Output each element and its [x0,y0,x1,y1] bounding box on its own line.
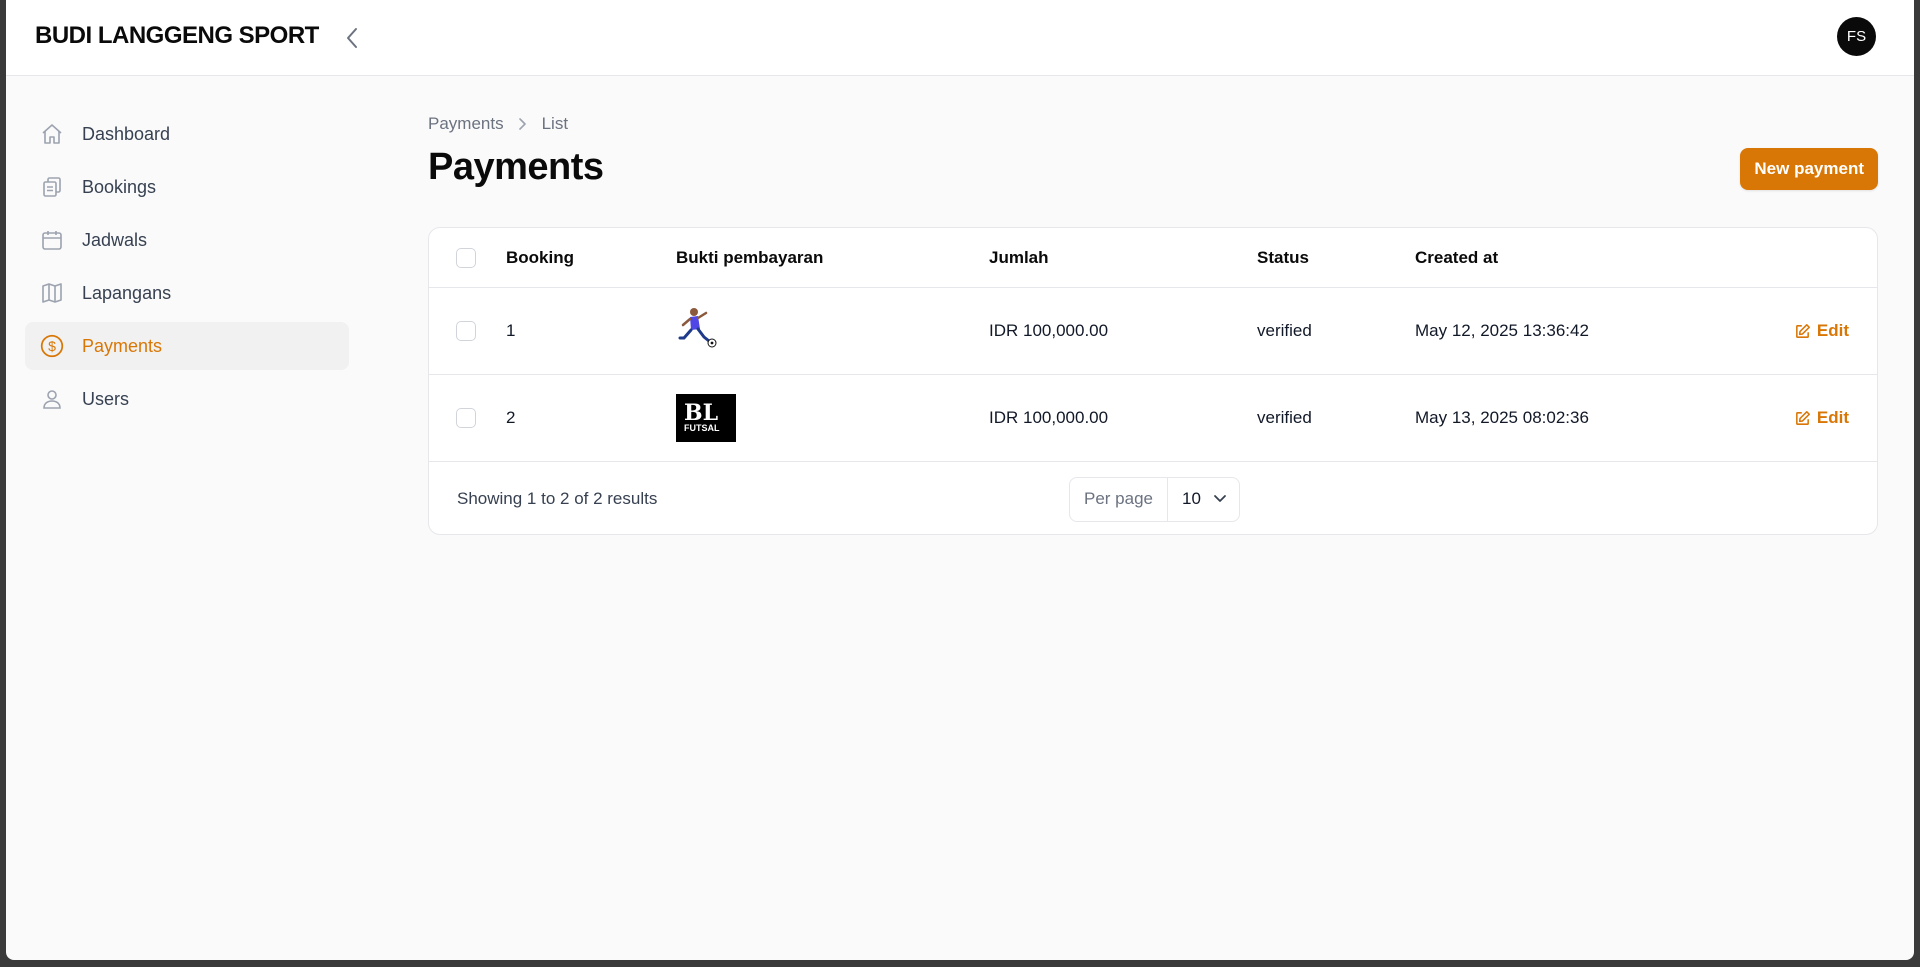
status-cell: verified [1257,321,1312,340]
sidebar-item-label: Payments [82,335,163,356]
page-title: Payments [428,146,604,188]
sidebar-item-dashboard[interactable]: Dashboard [25,110,349,158]
svg-text:$: $ [48,338,56,354]
column-header-created-at[interactable]: Created at [1415,248,1498,268]
created-at-cell: May 12, 2025 13:36:42 [1415,321,1589,340]
edit-label: Edit [1816,321,1849,340]
payments-table: Booking Bukti pembayaran Jumlah Status C… [428,227,1878,535]
sidebar-item-users[interactable]: Users [25,375,349,423]
sidebar-item-label: Bookings [82,176,157,197]
sidebar-item-label: Users [82,388,130,409]
payment-proof-thumbnail[interactable]: BL FUTSAL [676,394,736,442]
sidebar-item-label: Lapangans [82,282,172,303]
app-window: BUDI LANGGENG SPORT FS Dashboard Booking… [6,0,1914,960]
sidebar-item-jadwals[interactable]: Jadwals [25,216,349,264]
column-header-bukti[interactable]: Bukti pembayaran [676,248,823,268]
futsal-logo-image: BL FUTSAL [676,394,736,442]
amount-cell: IDR 100,000.00 [989,321,1109,340]
per-page-label: Per page [1070,477,1168,521]
edit-label: Edit [1816,408,1849,427]
status-cell: verified [1257,408,1312,427]
chevron-right-icon [518,117,528,131]
booking-cell: 1 [506,321,516,340]
table-row[interactable]: 2 BL FUTSAL IDR 100,000.00 verified May … [429,375,1877,462]
breadcrumb-current: List [541,114,569,133]
sidebar-item-label: Jadwals [82,229,148,250]
row-checkbox[interactable] [456,408,476,428]
table-footer: Showing 1 to 2 of 2 results Per page 10 [429,462,1877,534]
user-icon [39,386,65,412]
per-page-value: 10 [1182,489,1201,508]
table-header-row: Booking Bukti pembayaran Jumlah Status C… [429,228,1877,288]
sidebar-item-label: Dashboard [82,123,171,144]
column-header-jumlah[interactable]: Jumlah [989,248,1049,268]
per-page-control: Per page 10 [1069,476,1240,522]
chevron-down-icon [1214,495,1226,502]
edit-icon [1795,410,1810,425]
clipboard-icon [39,174,65,200]
created-at-cell: May 13, 2025 08:02:36 [1415,408,1589,427]
per-page-select[interactable]: 10 [1168,489,1239,509]
dollar-icon: $ [39,333,65,359]
sidebar-item-payments[interactable]: $ Payments [25,322,349,370]
select-all-checkbox[interactable] [456,247,476,268]
new-payment-button[interactable]: New payment [1740,148,1878,190]
soccer-player-image [678,307,717,347]
user-avatar[interactable]: FS [1837,17,1876,56]
edit-button[interactable]: Edit [1794,408,1849,428]
row-checkbox[interactable] [456,321,476,341]
column-header-booking[interactable]: Booking [506,248,574,268]
breadcrumb-payments-link[interactable]: Payments [428,114,504,134]
booking-cell: 2 [506,408,516,427]
sidebar: Dashboard Bookings Jadwals Lapangans $ P… [25,110,349,428]
column-header-status[interactable]: Status [1257,248,1309,268]
sidebar-item-lapangans[interactable]: Lapangans [25,269,349,317]
collapse-sidebar-button[interactable] [336,22,368,54]
calendar-icon [39,227,65,253]
breadcrumb: Payments List [428,114,568,134]
sidebar-item-bookings[interactable]: Bookings [25,163,349,211]
top-bar: BUDI LANGGENG SPORT FS [6,0,1914,76]
edit-button[interactable]: Edit [1794,321,1849,341]
brand-title: BUDI LANGGENG SPORT [35,22,319,49]
payment-proof-thumbnail[interactable] [676,305,718,358]
chevron-left-icon [347,28,357,48]
table-row[interactable]: 1 IDR 100,000.00 verified May 12, 2025 1… [429,288,1877,375]
edit-icon [1795,323,1810,338]
home-icon [39,121,65,147]
amount-cell: IDR 100,000.00 [989,408,1109,427]
results-summary: Showing 1 to 2 of 2 results [457,489,658,508]
map-icon [39,280,65,306]
